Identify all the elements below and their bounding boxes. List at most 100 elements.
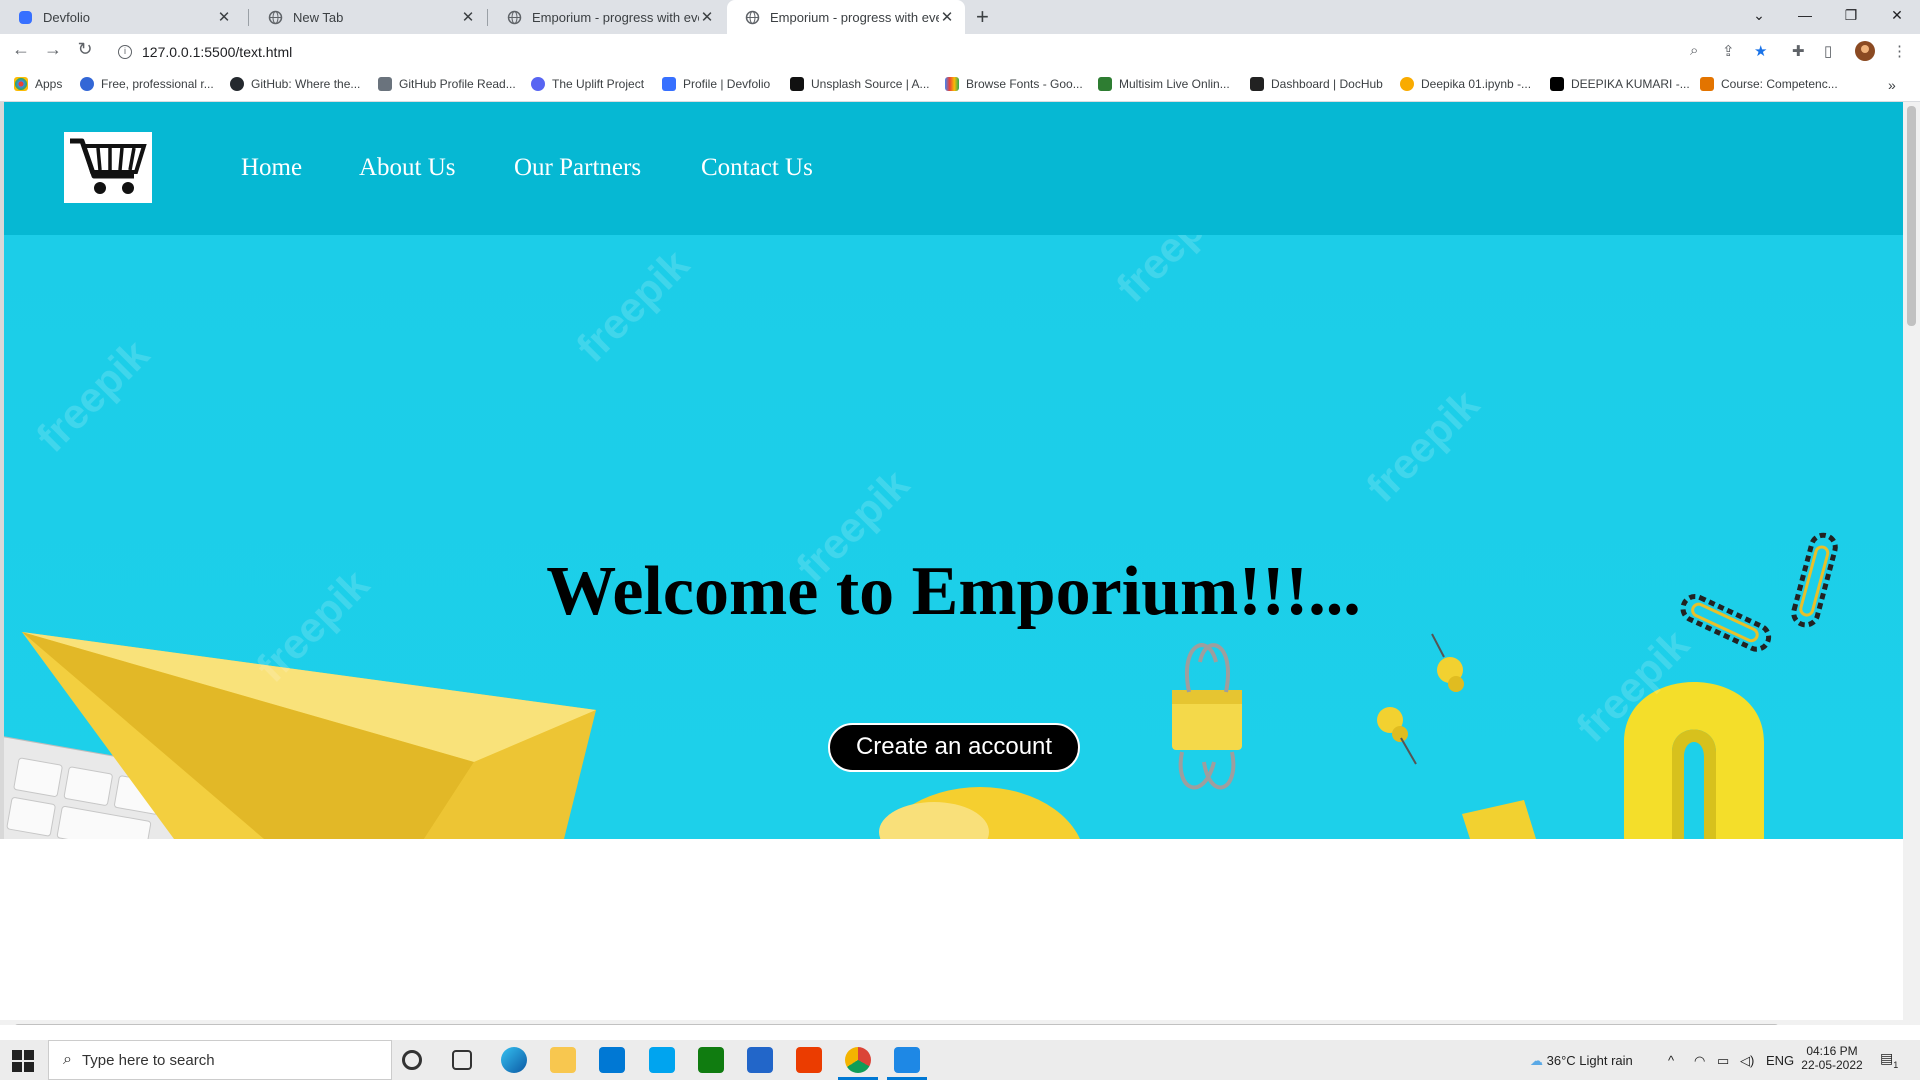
page-viewport: freepik freepik freepik freepik freepik … [0,102,1920,1025]
task-view-icon[interactable] [452,1050,472,1070]
forward-arrow-icon[interactable]: → [40,39,66,60]
file-explorer-icon[interactable] [550,1047,576,1073]
edge-browser-icon[interactable] [501,1047,527,1073]
bookmark-item[interactable]: Course: Competenc... [1700,77,1838,91]
window-close-icon[interactable]: ✕ [1874,0,1920,30]
wifi-icon[interactable]: ◠ [1694,1053,1705,1069]
search-icon: ⌕ [63,1051,72,1068]
vertical-scrollbar[interactable] [1903,102,1920,1025]
bookmark-label: GitHub: Where the... [251,77,361,91]
weather-widget[interactable]: ☁ 36°C Light rain [1530,1053,1633,1069]
globe-icon [507,10,522,25]
nav-link-our-partners[interactable]: Our Partners [514,154,641,182]
minimize-icon[interactable]: — [1782,0,1828,30]
weather-text: 36°C Light rain [1546,1053,1633,1068]
cart-logo-icon[interactable] [64,132,152,203]
bookmark-label: Dashboard | DocHub [1271,77,1383,91]
bookmark-item[interactable]: GitHub Profile Read... [378,77,516,91]
reload-icon[interactable]: ↻ [72,39,98,60]
bookmark-apps[interactable]: Apps [14,77,62,91]
xbox-icon[interactable] [698,1047,724,1073]
bookmark-label: Deepika 01.ipynb -... [1421,77,1532,91]
bookmark-item[interactable]: Free, professional r... [80,77,214,91]
bookmark-item[interactable]: Profile | Devfolio [662,77,770,91]
bookmark-item[interactable]: Dashboard | DocHub [1250,77,1383,91]
tab-emporium-active[interactable]: Emporium - progress with every ✕ [727,0,965,34]
bookmark-item[interactable]: Unsplash Source | A... [790,77,930,91]
devfolio-icon [662,77,676,91]
url-text: 127.0.0.1:5500/text.html [142,43,293,60]
notification-count: 1 [1893,1060,1899,1070]
address-bar[interactable]: i 127.0.0.1:5500/text.html [108,37,1688,66]
scrollbar-thumb[interactable] [1907,106,1916,326]
tab-strip: Devfolio ✕ New Tab ✕ Emporium - progress… [0,0,1920,34]
bookmark-item[interactable]: The Uplift Project [531,77,644,91]
github-icon [230,77,244,91]
close-icon[interactable]: ✕ [460,8,476,26]
show-hidden-icons-chevron-icon[interactable]: ^ [1668,1053,1674,1068]
chrome-icon[interactable] [845,1047,871,1073]
site-navbar: Home About Us Our Partners Contact Us [4,102,1903,235]
bookmark-label: DEEPIKA KUMARI -... [1571,77,1690,91]
language-indicator[interactable]: ENG [1766,1053,1794,1068]
hero-heading: Welcome to Emporium!!!... [546,553,1361,630]
network-icon[interactable]: ▭ [1717,1053,1729,1069]
tab-separator [487,9,488,26]
site-info-icon[interactable]: i [118,44,132,59]
office-icon[interactable] [796,1047,822,1073]
volume-icon[interactable]: ◁) [1740,1053,1754,1069]
bookmark-label: GitHub Profile Read... [399,77,516,91]
back-arrow-icon[interactable]: ← [8,39,34,60]
cortana-icon[interactable] [402,1050,422,1070]
horizontal-scrollbar[interactable] [0,1020,1903,1025]
share-icon[interactable]: ⇪ [1722,42,1735,60]
menu-kebab-icon[interactable]: ⋮ [1892,42,1907,60]
bookmark-item[interactable]: DEEPIKA KUMARI -... [1550,77,1690,91]
zoom-icon[interactable]: ⌕ [1690,42,1698,59]
bookmark-item[interactable]: Browse Fonts - Goo... [945,77,1083,91]
notification-center-icon[interactable]: ▤1 [1880,1050,1899,1070]
bookmark-label: Apps [35,77,63,91]
vscode-icon[interactable] [894,1047,920,1073]
extensions-puzzle-icon[interactable]: ✚ [1792,42,1805,60]
nav-link-home[interactable]: Home [241,154,302,182]
restore-icon[interactable]: ❐ [1828,0,1874,30]
hero-section: freepik freepik freepik freepik freepik … [4,102,1903,839]
create-account-button[interactable]: Create an account [828,723,1080,772]
close-icon[interactable]: ✕ [939,8,955,26]
scrollbar-thumb[interactable] [14,1024,1779,1025]
colab-icon [1400,77,1414,91]
new-tab-plus-icon[interactable]: + [976,4,989,30]
profile-avatar[interactable] [1854,40,1876,66]
globe-icon [268,10,283,25]
more-bookmarks-chevron-icon[interactable]: » [1888,77,1896,93]
side-panel-icon[interactable]: ▯ [1824,42,1832,60]
tab-search-chevron-icon[interactable]: ⌄ [1736,0,1782,30]
apps-grid-icon [14,77,28,91]
mail-icon[interactable] [599,1047,625,1073]
nav-link-contact-us[interactable]: Contact Us [701,154,813,182]
bookmark-item[interactable]: Multisim Live Onlin... [1098,77,1230,91]
bookmark-star-icon[interactable]: ★ [1754,42,1767,60]
bookmark-favicon-icon [80,77,94,91]
rain-cloud-icon: ☁ [1530,1053,1543,1068]
bookmark-item[interactable]: Deepika 01.ipynb -... [1400,77,1531,91]
bookmark-label: Free, professional r... [101,77,214,91]
close-icon[interactable]: ✕ [699,8,715,26]
nav-link-about-us[interactable]: About Us [359,154,456,182]
tab-emporium-1[interactable]: Emporium - progress with every ✕ [489,0,725,34]
search-placeholder: Type here to search [81,1051,215,1069]
learn-app-icon[interactable] [649,1047,675,1073]
tab-new-tab[interactable]: New Tab ✕ [250,0,486,34]
store-icon[interactable] [747,1047,773,1073]
taskbar-search-box[interactable]: ⌕ Type here to search [48,1040,392,1080]
bookmark-item[interactable]: GitHub: Where the... [230,77,360,91]
windows-start-icon[interactable] [12,1050,34,1077]
bookmark-label: Multisim Live Onlin... [1119,77,1230,91]
tab-title: New Tab [293,9,344,25]
bookmark-label: Profile | Devfolio [683,77,771,91]
tab-separator [248,9,249,26]
tab-devfolio[interactable]: Devfolio ✕ [0,0,242,34]
close-icon[interactable]: ✕ [216,8,232,26]
clock[interactable]: 04:16 PM 22-05-2022 [1800,1044,1864,1072]
